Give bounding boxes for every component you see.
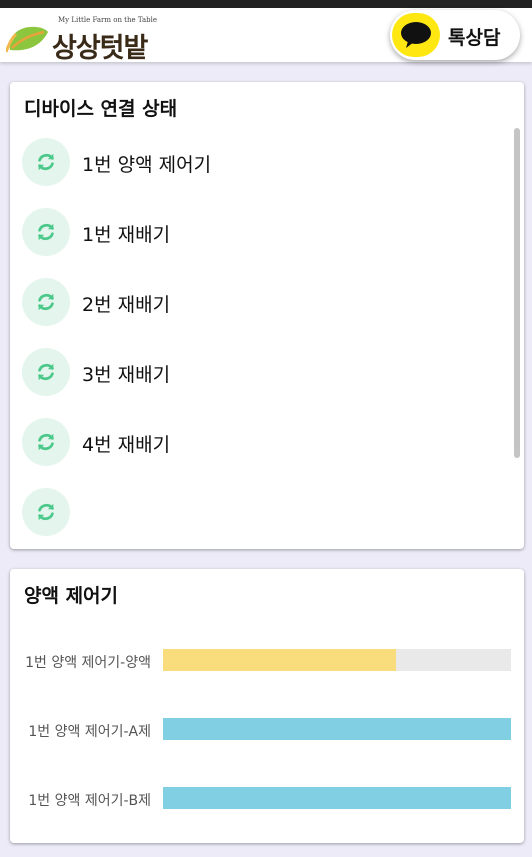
speech-bubble-icon bbox=[401, 22, 431, 48]
device-label: 1번 양액 제어기 bbox=[82, 154, 212, 176]
device-connection-title: 디바이스 연결 상태 bbox=[24, 98, 178, 120]
logo-tagline: My Little Farm on the Table bbox=[58, 16, 158, 24]
device-list-item[interactable]: 1번 양액 제어기 bbox=[22, 126, 502, 196]
kakao-icon-badge bbox=[392, 13, 440, 57]
scrollbar-thumb[interactable] bbox=[514, 128, 520, 458]
nutrient-bar-row: 1번 양액 제어기-A제 bbox=[10, 718, 524, 742]
nutrient-bar-row: 1번 양액 제어기-양액 bbox=[10, 649, 524, 673]
kakao-talk-consult-button[interactable]: 톡상담 bbox=[390, 10, 520, 60]
device-status-badge bbox=[22, 278, 70, 326]
nutrient-controller-title: 양액 제어기 bbox=[24, 585, 119, 607]
refresh-icon bbox=[38, 223, 54, 241]
device-list-item[interactable]: 2번 재배기 bbox=[22, 266, 502, 336]
kakao-consult-label: 톡상담 bbox=[448, 27, 501, 49]
refresh-icon bbox=[38, 433, 54, 451]
logo-text: 상상텃밭 bbox=[52, 33, 148, 64]
nutrient-bar-track bbox=[163, 649, 511, 671]
refresh-icon bbox=[38, 363, 54, 381]
device-status-badge bbox=[22, 138, 70, 186]
device-connection-card: 디바이스 연결 상태 1번 양액 제어기 1번 재배기 2번 재배기 3번 재배기 4번… bbox=[10, 82, 524, 549]
nutrient-bar-label: 1번 양액 제어기-B제 bbox=[28, 793, 151, 809]
device-status-badge bbox=[22, 348, 70, 396]
nutrient-bar-fill bbox=[163, 649, 397, 671]
nutrient-bar-track bbox=[163, 718, 511, 740]
nutrient-bar-fill bbox=[163, 787, 511, 809]
refresh-icon bbox=[38, 293, 54, 311]
device-list-scrollbar[interactable] bbox=[514, 128, 520, 538]
device-label: 3번 재배기 bbox=[82, 364, 171, 386]
nutrient-bar-label: 1번 양액 제어기-양액 bbox=[25, 655, 151, 671]
app-header: My Little Farm on the Table 상상텃밭 톡상담 bbox=[0, 8, 532, 64]
device-label: 2번 재배기 bbox=[82, 294, 171, 316]
leaf-logo-icon bbox=[6, 26, 48, 53]
device-label: 4번 재배기 bbox=[82, 434, 171, 456]
device-status-badge bbox=[22, 208, 70, 256]
nutrient-controller-card: 양액 제어기 1번 양액 제어기-양액 1번 양액 제어기-A제 1번 양액 제어기… bbox=[10, 569, 524, 843]
nutrient-bar-track bbox=[163, 787, 511, 809]
logo[interactable]: My Little Farm on the Table 상상텃밭 bbox=[6, 14, 158, 64]
device-list-item[interactable] bbox=[22, 476, 502, 536]
refresh-icon bbox=[38, 503, 54, 521]
device-list: 1번 양액 제어기 1번 재배기 2번 재배기 3번 재배기 4번 재배기 bbox=[22, 126, 502, 536]
device-status-badge bbox=[22, 488, 70, 536]
nutrient-bar-row: 1번 양액 제어기-B제 bbox=[10, 787, 524, 811]
nutrient-bar-fill bbox=[163, 718, 511, 740]
device-label: 1번 재배기 bbox=[82, 224, 171, 246]
refresh-icon bbox=[38, 153, 54, 171]
nutrient-bar-label: 1번 양액 제어기-A제 bbox=[28, 724, 151, 740]
device-list-item[interactable]: 3번 재배기 bbox=[22, 336, 502, 406]
device-list-item[interactable]: 1번 재배기 bbox=[22, 196, 502, 266]
device-list-item[interactable]: 4번 재배기 bbox=[22, 406, 502, 476]
device-list-viewport[interactable]: 1번 양액 제어기 1번 재배기 2번 재배기 3번 재배기 4번 재배기 bbox=[10, 126, 524, 536]
device-status-badge bbox=[22, 418, 70, 466]
system-status-bar bbox=[0, 0, 532, 8]
